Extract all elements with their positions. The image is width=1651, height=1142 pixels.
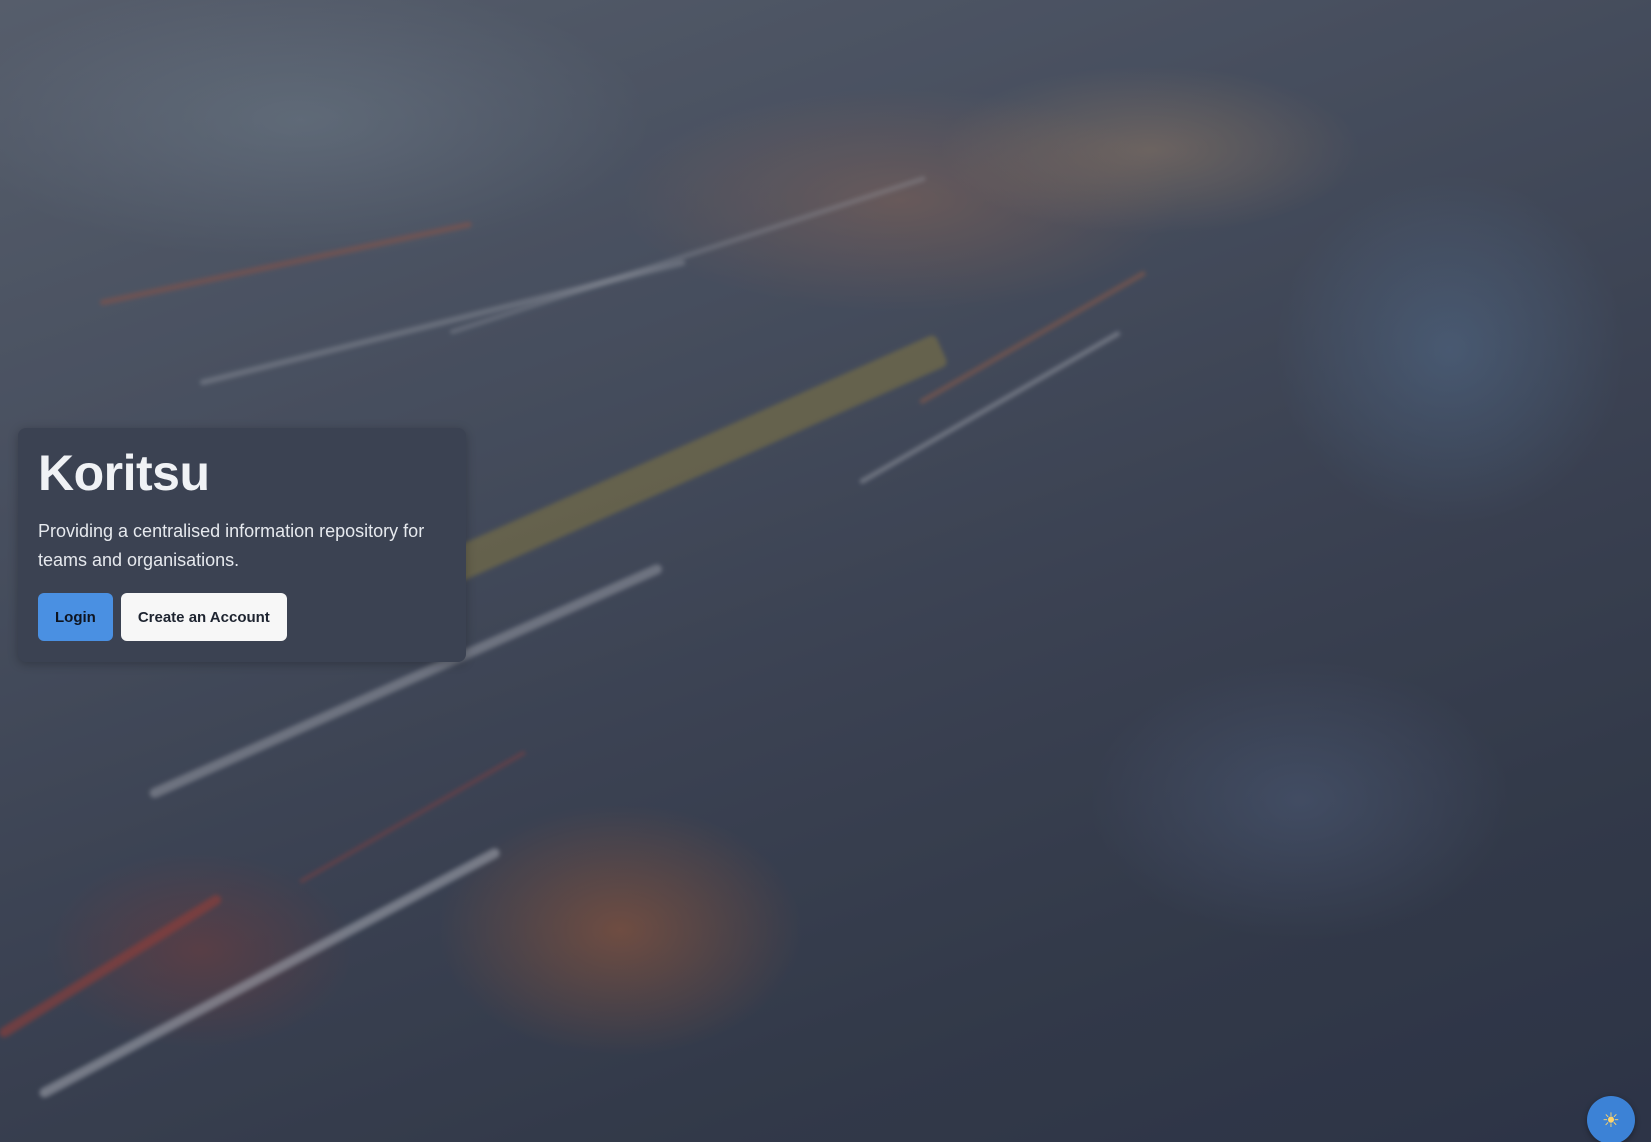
- app-description: Providing a centralised information repo…: [38, 521, 425, 570]
- landing-page: Koritsu Providing a centralised informat…: [0, 0, 1651, 1142]
- app-title: Koritsu: [38, 445, 210, 501]
- hero-actions: Login Create an Account: [38, 593, 287, 641]
- login-button[interactable]: Login: [38, 593, 113, 641]
- create-account-button[interactable]: Create an Account: [120, 593, 287, 641]
- sun-icon: ☀: [1602, 1108, 1620, 1132]
- hero-card: Koritsu Providing a centralised informat…: [18, 428, 466, 662]
- theme-toggle-button[interactable]: ☀: [1587, 1096, 1635, 1142]
